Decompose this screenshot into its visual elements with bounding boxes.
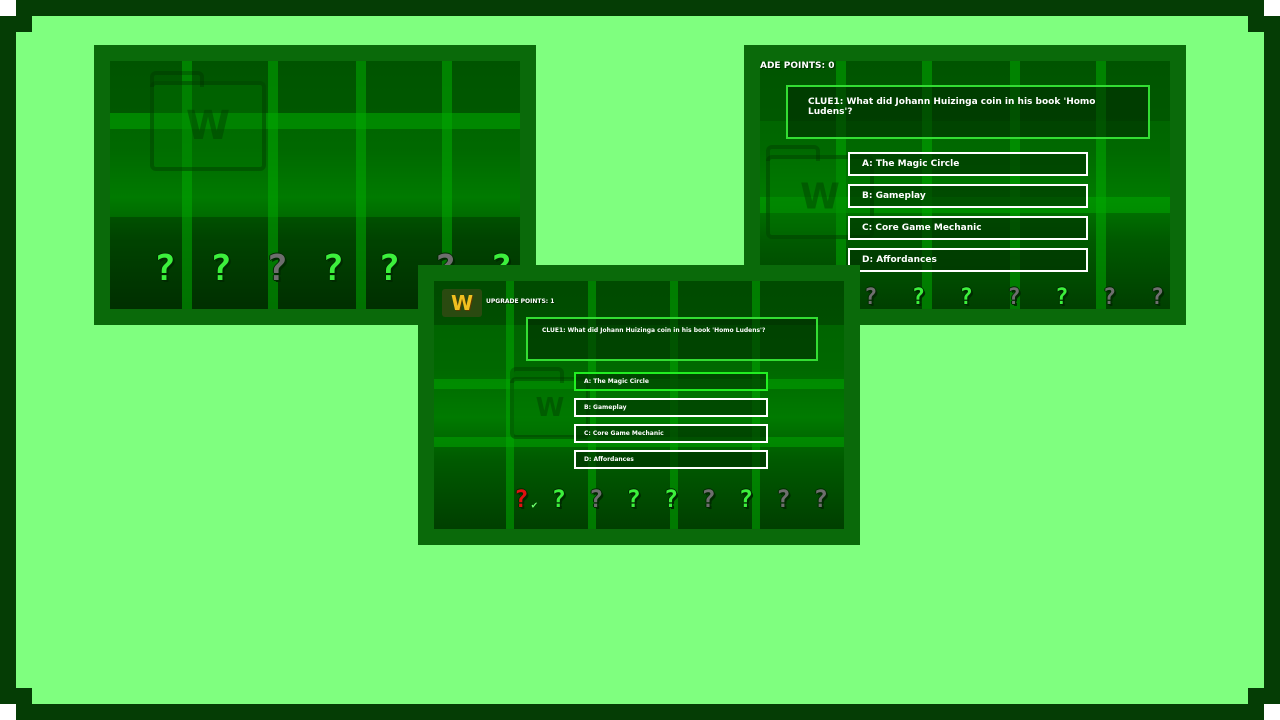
check-icon: ✔ bbox=[531, 500, 538, 511]
corner-pixel bbox=[1264, 704, 1280, 720]
clue-mark-icon: ? bbox=[1102, 285, 1117, 309]
answer-button-c[interactable]: C: Core Game Mechanic bbox=[574, 424, 768, 443]
clue-progress-row: ??????? bbox=[864, 287, 1164, 309]
clue-mark-icon: ? bbox=[322, 248, 344, 289]
clue-mark-icon: ? bbox=[154, 248, 176, 289]
clue-mark-icon: ? bbox=[864, 285, 878, 309]
clue-mark-icon: ? bbox=[266, 248, 288, 289]
clue-mark-icon: ? bbox=[738, 485, 754, 513]
clue-question-box: CLUE1: What did Johann Huizinga coin in … bbox=[526, 317, 818, 361]
answer-button-d[interactable]: D: Affordances bbox=[574, 450, 768, 469]
clue-mark-icon: ? bbox=[663, 485, 679, 513]
folder-w-mark: W bbox=[185, 103, 231, 149]
clue-mark-icon: ? ✔ bbox=[514, 485, 538, 513]
answer-button-b[interactable]: B: Gameplay bbox=[848, 184, 1088, 208]
folder-icon: W bbox=[150, 71, 266, 171]
clue-mark-icon: ? bbox=[210, 248, 232, 289]
clue-mark-icon: ? bbox=[378, 248, 400, 289]
corner-pixel bbox=[0, 0, 16, 16]
upgrade-points-label: ADE POINTS: 0 bbox=[760, 61, 835, 71]
clue-mark-icon: ? bbox=[626, 485, 641, 513]
clue-mark-icon: ? bbox=[1055, 285, 1069, 309]
corner-notch bbox=[1248, 688, 1264, 704]
clue-mark-icon: ? bbox=[588, 485, 604, 513]
clue-question-box: CLUE1: What did Johann Huizinga coin in … bbox=[786, 85, 1150, 139]
answer-button-a[interactable]: A: The Magic Circle bbox=[848, 152, 1088, 176]
corner-notch bbox=[1248, 16, 1264, 32]
screenshot-panel-3: W W UPGRADE POINTS: 1 CLUE1: What did Jo… bbox=[418, 265, 860, 545]
corner-notch bbox=[16, 16, 32, 32]
answer-button-d[interactable]: D: Affordances bbox=[848, 248, 1088, 272]
corner-pixel bbox=[0, 704, 16, 720]
clue-mark-icon: ? bbox=[1007, 285, 1021, 309]
logo-icon: W bbox=[442, 289, 482, 317]
clue-mark-icon: ? bbox=[813, 485, 828, 513]
corner-pixel bbox=[1264, 0, 1280, 16]
upgrade-points-label: UPGRADE POINTS: 1 bbox=[486, 298, 555, 305]
clue-mark-icon: ? bbox=[1150, 285, 1164, 309]
clue-mark-icon: ? bbox=[776, 485, 791, 513]
answer-button-c[interactable]: C: Core Game Mechanic bbox=[848, 216, 1088, 240]
corner-notch bbox=[16, 688, 32, 704]
clue-mark-icon: ? bbox=[701, 485, 716, 513]
clue-progress-row: ? ✔???????? bbox=[514, 487, 828, 511]
game-screen-3: W W UPGRADE POINTS: 1 CLUE1: What did Jo… bbox=[434, 281, 844, 529]
answer-button-a[interactable]: A: The Magic Circle bbox=[574, 372, 768, 391]
clue-mark-icon: ? bbox=[959, 285, 973, 309]
clue-mark-icon: ? bbox=[911, 285, 926, 309]
answer-button-b[interactable]: B: Gameplay bbox=[574, 398, 768, 417]
clue-mark-icon: ? bbox=[551, 485, 566, 513]
